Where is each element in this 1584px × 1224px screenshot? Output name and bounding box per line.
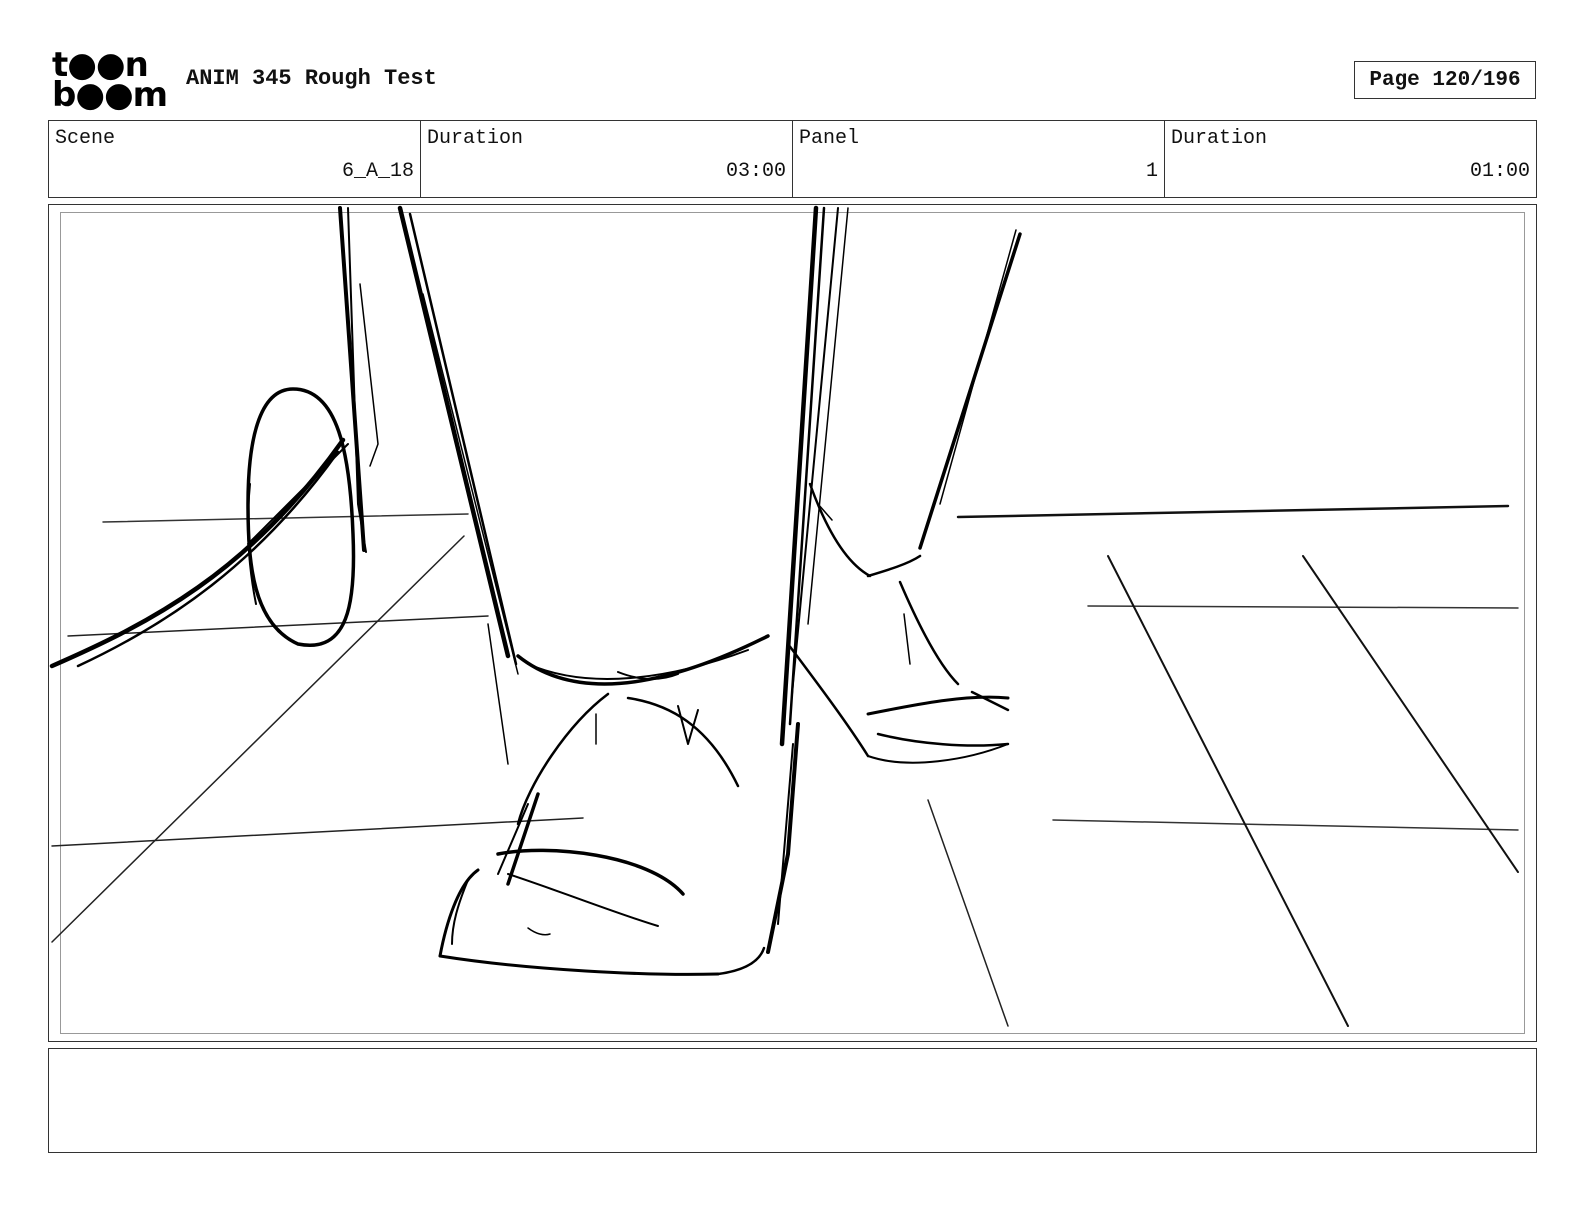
scene-cell: Scene 6_A_18 bbox=[49, 121, 421, 197]
page-indicator: Page 120/196 bbox=[1354, 61, 1536, 99]
document-title: ANIM 345 Rough Test bbox=[186, 66, 437, 91]
scene-duration-label: Duration bbox=[427, 127, 524, 150]
logo-line-2: b●●m bbox=[52, 75, 168, 115]
storyboard-sketch bbox=[49, 205, 1519, 1027]
floor-tile-lines bbox=[51, 504, 1519, 1027]
panel-duration-cell: Duration 01:00 bbox=[1165, 121, 1536, 197]
panel-notes-box bbox=[48, 1048, 1537, 1153]
scene-label: Scene bbox=[55, 127, 116, 150]
page-number: 120/196 bbox=[1432, 68, 1521, 92]
panel-duration-value: 01:00 bbox=[1469, 160, 1530, 183]
panel-label: Panel bbox=[799, 127, 860, 150]
scene-duration-value: 03:00 bbox=[725, 160, 786, 183]
panel-duration-label: Duration bbox=[1171, 127, 1268, 150]
panel-cell: Panel 1 bbox=[793, 121, 1165, 197]
right-leg-and-shoe bbox=[779, 205, 1022, 764]
scene-duration-cell: Duration 03:00 bbox=[421, 121, 793, 197]
panel-value: 1 bbox=[1145, 160, 1158, 183]
scene-value: 6_A_18 bbox=[341, 160, 414, 183]
panel-info-grid: Scene 6_A_18 Duration 03:00 Panel 1 Dura… bbox=[48, 120, 1537, 198]
toon-boom-logo: t●●n b●●m bbox=[52, 48, 168, 115]
page-label: Page bbox=[1369, 68, 1420, 92]
